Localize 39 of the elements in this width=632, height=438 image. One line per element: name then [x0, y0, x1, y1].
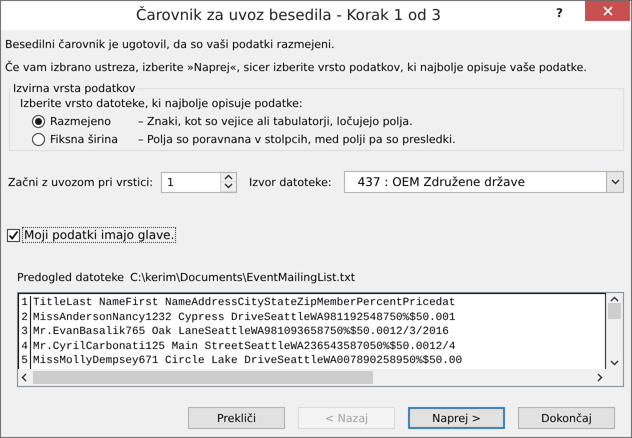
radio-button[interactable]	[32, 115, 45, 128]
dialog-button[interactable]: Prekliči	[188, 407, 285, 429]
line-number: 2	[19, 310, 31, 325]
checkbox-label[interactable]: Moji podatki imajo glave.	[22, 227, 176, 243]
preview-line: MissMollyDempsey671 Circle Lake DriveSeattleWA007890258950%$50.00	[33, 354, 462, 368]
horizontal-scrollbar[interactable]	[18, 369, 606, 386]
dialog-button[interactable]: Dokončaj	[518, 407, 615, 429]
intro-text: Če vam izbrano ustreza, izberite »Naprej«, sicer izberite vrsto podatkov, ki najbolje opisuje vaše podatke.	[5, 61, 588, 74]
scroll-thumb[interactable]	[608, 303, 621, 319]
preview-line: Mr.EvanBasalik765 Oak LaneSeattleWA981093658750%$50.0012/3/2016	[33, 325, 449, 340]
window-title: Čarovnik za uvoz besedila - Korak 1 od 3	[135, 5, 442, 26]
preview-line: TitleLast NameFirst NameAddressCityStateZipMemberPercentPricedat	[33, 296, 456, 310]
radio-label[interactable]: Razmejeno	[50, 115, 138, 128]
close-icon[interactable]	[602, 6, 612, 16]
start-row-spinner[interactable]: 1	[161, 172, 238, 192]
intro-text: Besedilni čarovnik je ugotovil, da so vaši podatki razmejeni.	[5, 38, 336, 51]
chevron-down-icon[interactable]	[610, 179, 620, 185]
radio-label[interactable]: Fiksna širina	[50, 133, 138, 146]
line-number: 1	[19, 296, 31, 310]
preview-label: Predogled datoteke	[17, 271, 124, 284]
group-prompt: Izberite vrsto datoteke, ki najbolje opisuje podatke:	[20, 97, 304, 110]
help-button[interactable]: ?	[556, 6, 563, 20]
dialog-button[interactable]: Naprej >	[408, 407, 505, 429]
option-description: – Znaki, kot so vejice ali tabulatorji, ločujejo polja.	[138, 115, 413, 128]
file-origin-dropdown[interactable]: 437 : OEM Združene države	[344, 171, 624, 193]
file-origin-label: Izvor datoteke:	[249, 176, 332, 188]
scroll-thumb[interactable]	[33, 371, 373, 384]
checkbox[interactable]	[7, 228, 20, 242]
option-description: – Polja so poravnana v stolpcih, med polji pa so presledki.	[138, 133, 456, 146]
preview-line: Mr.CyrilCarbonati125 Main StreetSeattleWA236543587050%$50.0012/4	[33, 340, 456, 354]
line-number: 4	[19, 340, 31, 354]
vertical-scrollbar[interactable]	[606, 293, 623, 369]
line-number: 3	[19, 325, 31, 340]
start-row-label: Začni z uvozom pri vrstici:	[8, 176, 154, 188]
close-button[interactable]	[585, 1, 630, 21]
file-path: C:\kerim\Documents\EventMailingList.txt	[130, 271, 356, 284]
group-title: Izvirna vrsta podatkov	[12, 82, 136, 95]
radio-button[interactable]	[32, 133, 45, 146]
preview-line: MissAndersonNancy1232 Cypress DriveSeattleWA981192548750%$50.001	[33, 310, 456, 325]
